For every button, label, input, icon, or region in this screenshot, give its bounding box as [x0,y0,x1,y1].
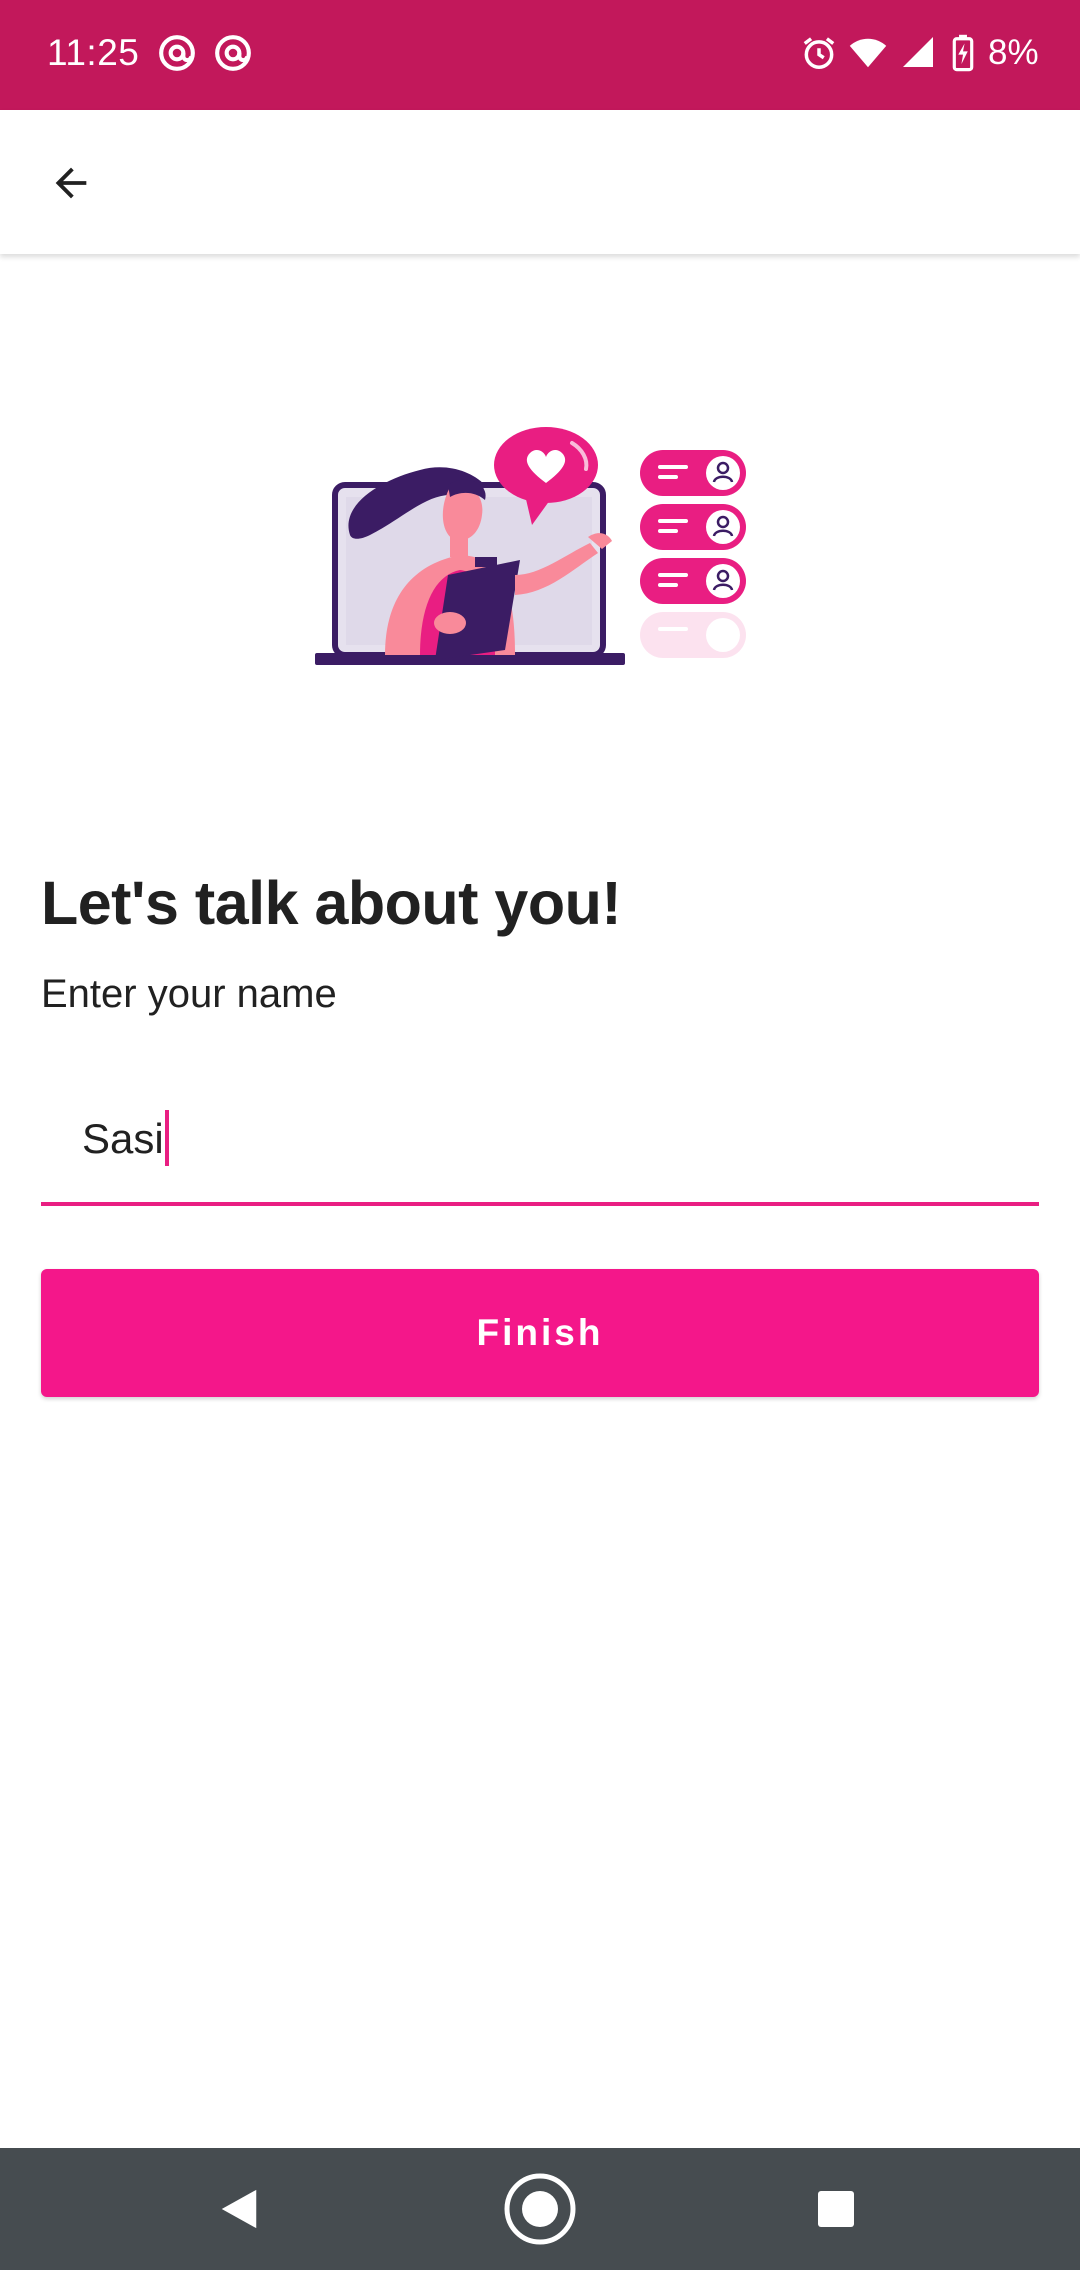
app-bar [0,110,1080,254]
cell-signal-icon [900,34,936,75]
back-button[interactable] [30,142,112,224]
name-input-text-wrap[interactable]: Sasi [82,1110,169,1170]
nav-recents-button[interactable] [793,2166,879,2252]
recents-square-icon [818,2191,854,2227]
wifi-icon [848,34,888,77]
text-cursor [164,1110,169,1166]
back-triangle-icon [221,2189,257,2229]
home-circle-icon [504,2173,576,2245]
battery-percentage: 8% [988,33,1039,72]
name-input-value[interactable]: Sasi [82,1115,164,1162]
nav-home-button[interactable] [497,2166,583,2252]
page-title: Let's talk about you! [41,869,622,937]
status-time: 11:25 [47,32,140,73]
finish-button[interactable]: Finish [41,1269,1039,1397]
alarm-icon [800,34,838,77]
onboarding-illustration [310,425,750,675]
nav-back-button[interactable] [196,2166,282,2252]
battery-charging-icon [950,34,976,77]
status-bar: 11:25 8% [0,0,1080,110]
name-prompt-label: Enter your name [41,972,337,1016]
system-nav-bar [0,2148,1080,2270]
at-sign-icon [214,34,252,77]
name-input-field[interactable]: Sasi [41,1090,1039,1206]
arrow-back-icon [55,167,87,199]
at-sign-icon [158,34,196,77]
